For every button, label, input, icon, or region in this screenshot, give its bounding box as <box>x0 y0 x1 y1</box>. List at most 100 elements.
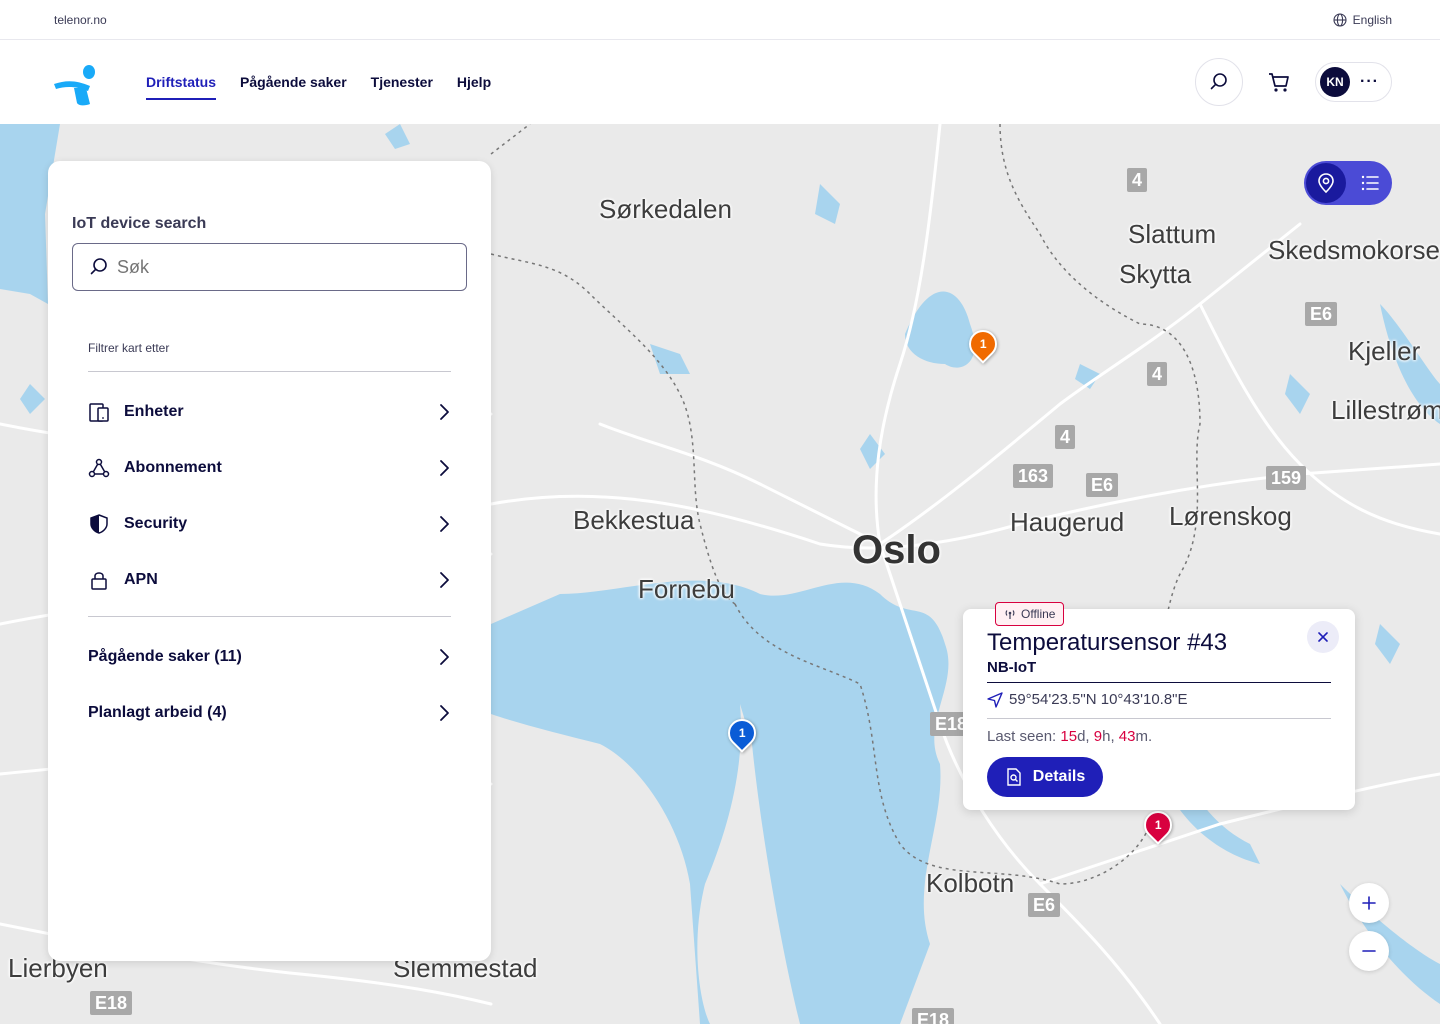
globe-icon <box>1333 12 1347 27</box>
last-seen-minutes: 43 <box>1118 728 1136 745</box>
road-shield: 4 <box>1055 425 1076 449</box>
search-button[interactable] <box>1195 58 1244 106</box>
last-seen-days-unit: d, <box>1077 728 1090 745</box>
nav-hjelp[interactable]: Hjelp <box>457 40 491 124</box>
filter-label-enheter: Enheter <box>124 403 184 420</box>
filter-menu: Enheter Abonnement Security APN <box>88 384 451 608</box>
road-shield: 4 <box>1127 168 1148 192</box>
avatar: KN <box>1320 67 1351 97</box>
view-toggle <box>1304 161 1392 205</box>
filter-label-abonnement: Abonnement <box>124 459 222 476</box>
site-link[interactable]: telenor.no <box>54 13 107 27</box>
location-pin-icon <box>1318 173 1334 194</box>
user-menu[interactable]: KN ··· <box>1315 62 1392 102</box>
map-view-button[interactable] <box>1306 163 1346 203</box>
search-icon <box>90 258 107 275</box>
more-icon: ··· <box>1360 73 1379 90</box>
search-icon <box>1210 73 1227 90</box>
marker-count: 1 <box>738 726 746 740</box>
minus-icon <box>1362 950 1376 952</box>
main-nav: Driftstatus Pågående saker Tjenester Hje… <box>146 40 491 124</box>
language-switch[interactable]: English <box>1333 13 1392 27</box>
search-input[interactable] <box>117 256 417 278</box>
road-shield: 159 <box>1266 466 1307 490</box>
filter-abonnement[interactable]: Abonnement <box>88 440 451 496</box>
status-badge: Offline <box>995 602 1065 626</box>
filter-apn[interactable]: APN <box>88 552 451 608</box>
zoom-out-button[interactable] <box>1349 931 1389 971</box>
road-shield: E18 <box>912 1008 955 1024</box>
telenor-logo[interactable] <box>52 58 100 106</box>
close-button[interactable] <box>1307 621 1339 653</box>
road-shield: E6 <box>1028 893 1061 917</box>
device-popup: Offline Temperatursensor #43 NB-IoT 59°5… <box>963 602 1355 810</box>
status-text: Offline <box>1021 607 1056 621</box>
cart-button[interactable] <box>1255 58 1303 106</box>
planlagt-arbeid-label: Planlagt arbeid (4) <box>88 704 227 721</box>
nav-pagaende-saker[interactable]: Pågående saker <box>240 40 347 124</box>
plus-icon <box>1362 896 1376 910</box>
device-network: NB-IoT <box>987 659 1331 683</box>
filter-security[interactable]: Security <box>88 496 451 552</box>
cart-icon <box>1269 73 1289 92</box>
shield-icon <box>90 514 108 534</box>
header-actions: KN ··· <box>1195 58 1392 106</box>
close-icon <box>1318 632 1328 642</box>
lock-icon <box>91 572 107 590</box>
filter-enheter[interactable]: Enheter <box>88 384 451 440</box>
coordinates-text: 59°54'23.5"N 10°43'10.8"E <box>1009 691 1188 708</box>
pagaende-saker-item[interactable]: Pågående saker (11) <box>88 629 451 685</box>
zoom-in-button[interactable] <box>1349 883 1389 923</box>
last-seen-hours: 9 <box>1093 728 1103 745</box>
chevron-right-icon <box>440 516 449 532</box>
document-search-icon <box>1007 768 1021 786</box>
place-label: Haugerud <box>1010 507 1125 537</box>
network-icon <box>88 458 110 478</box>
last-seen-minutes-unit: m. <box>1135 728 1153 745</box>
details-button[interactable]: Details <box>987 757 1103 797</box>
chevron-right-icon <box>440 572 449 588</box>
list-icon <box>1361 175 1379 191</box>
planlagt-arbeid-item[interactable]: Planlagt arbeid (4) <box>88 685 451 741</box>
device-icon <box>89 403 109 422</box>
language-label: English <box>1352 12 1392 27</box>
pagaende-saker-label: Pågående saker (11) <box>88 648 242 665</box>
filter-label: Filtrer kart etter <box>88 341 451 372</box>
divider <box>88 616 451 617</box>
place-label: Sørkedalen <box>599 194 732 224</box>
road-shield: E18 <box>90 991 133 1015</box>
place-label: Slattum <box>1128 219 1217 249</box>
road-shield: 163 <box>1013 464 1054 488</box>
place-label: Skedsmokorset <box>1268 235 1440 265</box>
main-header: Driftstatus Pågående saker Tjenester Hje… <box>0 40 1440 124</box>
place-label: Skytta <box>1119 259 1192 289</box>
nav-tjenester[interactable]: Tjenester <box>371 40 433 124</box>
chevron-right-icon <box>440 460 449 476</box>
place-label: Bekkestua <box>573 505 695 535</box>
chevron-right-icon <box>440 705 449 721</box>
nav-driftstatus[interactable]: Driftstatus <box>146 40 217 124</box>
marker-count: 1 <box>979 337 987 351</box>
road-shield: E6 <box>1305 302 1338 326</box>
place-label: Fornebu <box>638 574 735 604</box>
place-label-oslo: Oslo <box>852 528 941 572</box>
top-bar: telenor.no English <box>0 0 1440 40</box>
road-shield: 4 <box>1147 362 1168 386</box>
device-title: Temperatursensor #43 <box>987 629 1228 656</box>
panel-title: IoT device search <box>72 215 207 232</box>
navigation-arrow-icon <box>987 691 1003 708</box>
signal-icon <box>1005 610 1015 619</box>
road-shield: E6 <box>1086 473 1119 497</box>
filter-label-security: Security <box>124 515 188 532</box>
last-seen-days: 15 <box>1060 728 1078 745</box>
marker-count: 1 <box>1154 818 1162 832</box>
place-label: Lørenskog <box>1169 501 1292 531</box>
work-menu: Pågående saker (11) Planlagt arbeid (4) <box>88 629 451 741</box>
device-coordinates: 59°54'23.5"N 10°43'10.8"E <box>987 683 1331 719</box>
search-field[interactable] <box>72 243 467 291</box>
filter-label-apn: APN <box>124 571 158 588</box>
list-view-button[interactable] <box>1350 163 1390 203</box>
chevron-right-icon <box>440 649 449 665</box>
place-label: Lillestrøm <box>1331 395 1440 425</box>
details-label: Details <box>1032 768 1086 785</box>
